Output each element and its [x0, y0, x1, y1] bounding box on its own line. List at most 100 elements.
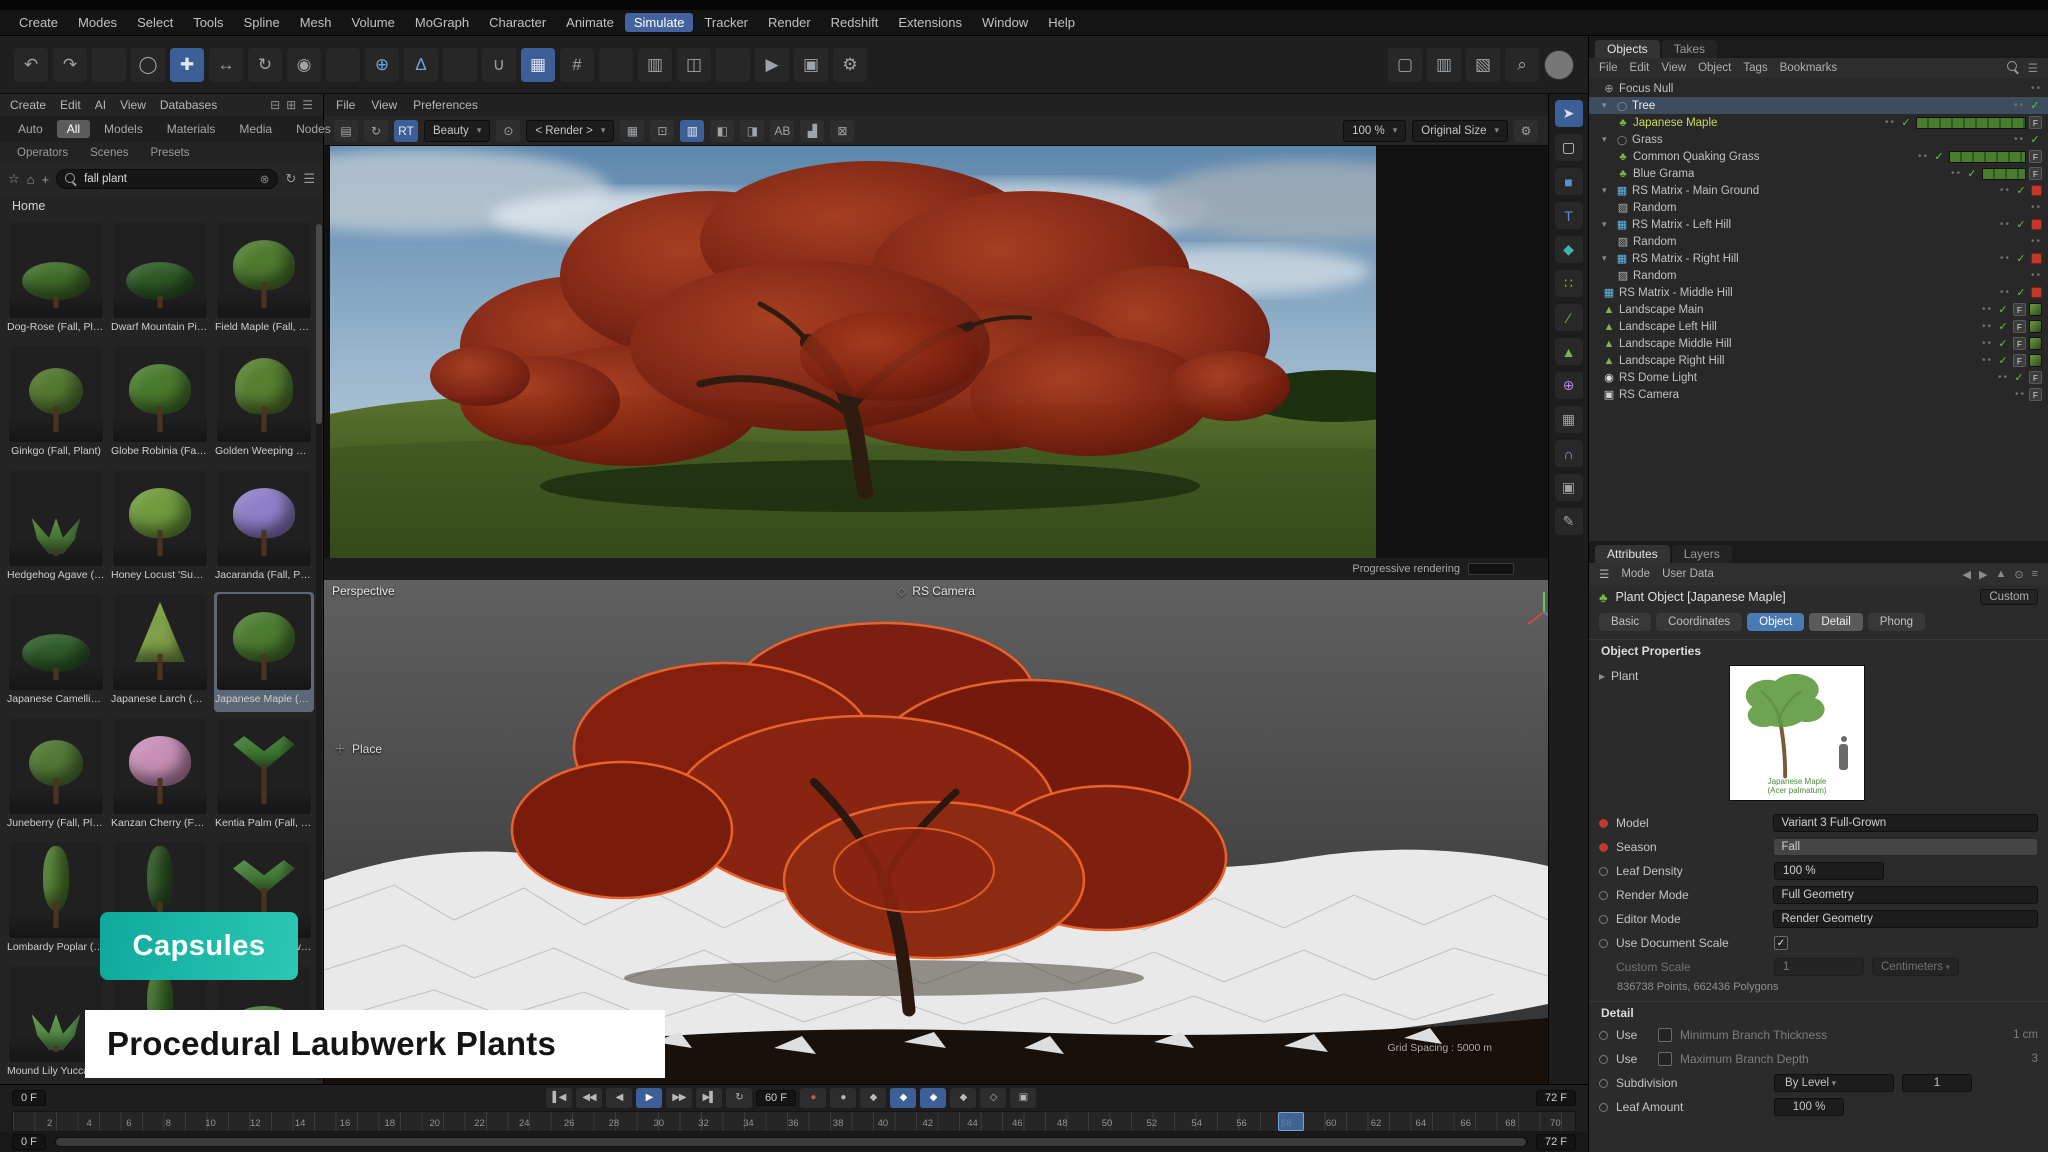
add-folder-icon[interactable]: + — [42, 172, 50, 187]
menu-item[interactable]: Extensions — [889, 13, 971, 32]
texture-tag-icon[interactable] — [2029, 303, 2042, 316]
subdivision-mode-dropdown[interactable]: By Level — [1774, 1074, 1894, 1092]
lock-icon[interactable]: ⊙ — [2014, 568, 2023, 581]
record-button[interactable]: ◆ — [860, 1088, 886, 1108]
visibility-dots-icon[interactable]: •• — [1982, 321, 1993, 332]
render-toolbar-icon[interactable]: ▟ — [800, 120, 824, 142]
texture-tag-icon[interactable] — [2029, 354, 2042, 367]
menu-item[interactable]: Tracker — [695, 13, 757, 32]
object-row[interactable]: RS Dome Light •• ✓ F — [1589, 369, 2048, 386]
plant-asset-tile[interactable]: Kanzan Cherry (Fall, Pl... — [110, 716, 210, 836]
enable-check-icon[interactable]: ✓ — [2028, 133, 2042, 146]
toolbar-icon[interactable]: ▦ — [521, 48, 555, 82]
plant-asset-tile[interactable]: Kentia Palm (Fall, Plant) — [214, 716, 314, 836]
plant-asset-tile[interactable]: Globe Robinia (Fall, Pl... — [110, 344, 210, 464]
render-toolbar-icon[interactable]: ▥ — [680, 120, 704, 142]
object-row[interactable]: Landscape Main •• ✓ F — [1589, 301, 2048, 318]
mode-palette-icon[interactable]: ∕ — [1555, 304, 1583, 331]
keyframe-marker-icon[interactable] — [1599, 915, 1608, 924]
attribute-value-field[interactable]: Fall — [1773, 838, 2039, 856]
object-filter-icon[interactable]: ☰ — [2028, 61, 2038, 75]
asset-subtab[interactable]: Presets — [142, 146, 199, 160]
transport-button[interactable]: ▶ — [636, 1088, 662, 1108]
panel-header-icon[interactable]: ⊞ — [286, 98, 296, 112]
plant-preview-thumbnail[interactable]: Japanese Maple (Acer palmatum) — [1729, 665, 1865, 801]
favorites-star-icon[interactable]: ☆ — [8, 171, 20, 187]
expand-caret-icon[interactable]: ▾ — [1602, 253, 1612, 264]
render-toolbar-icon[interactable]: ◨ — [740, 120, 764, 142]
forward-arrow-icon[interactable]: ▶ — [1979, 568, 1987, 581]
menu-item[interactable]: MoGraph — [406, 13, 478, 32]
range-start-field[interactable]: 0 F — [12, 1090, 46, 1106]
place-tool-label[interactable]: ＋ Place — [334, 740, 382, 757]
up-arrow-icon[interactable]: ▲ — [1995, 568, 2006, 581]
detail-value[interactable]: 1 cm — [1958, 1029, 2038, 1041]
enable-check-icon[interactable]: ✓ — [1996, 337, 2010, 350]
transport-button[interactable]: ▶▌ — [696, 1088, 722, 1108]
search-menu-icon[interactable]: ☰ — [303, 171, 315, 187]
detail-value[interactable]: 3 — [1958, 1053, 2038, 1065]
plant-asset-tile[interactable]: Japanese Camellia (Fal... — [6, 592, 106, 712]
user-data-menu[interactable]: User Data — [1662, 568, 1714, 580]
toolbar-icon[interactable]: ↻ — [248, 48, 282, 82]
menu-item[interactable]: Simulate — [625, 13, 694, 32]
back-arrow-icon[interactable]: ◀ — [1963, 568, 1971, 581]
property-tab[interactable]: Detail — [1809, 613, 1862, 631]
plant-asset-tile[interactable]: Japanese Larch (Fall, ... — [110, 592, 210, 712]
visibility-dots-icon[interactable]: •• — [1885, 117, 1896, 128]
visibility-dots-icon[interactable]: •• — [2031, 270, 2042, 281]
menu-item[interactable]: Render — [759, 13, 820, 32]
toolbar-icon[interactable]: ✚ — [170, 48, 204, 82]
visibility-dots-icon[interactable]: •• — [1982, 355, 1993, 366]
redshift-object-tag-icon[interactable] — [2031, 185, 2042, 196]
object-row[interactable]: Random •• — [1589, 199, 2048, 216]
enable-check-icon[interactable]: ✓ — [2014, 252, 2028, 265]
unit-dropdown[interactable]: Centimeters — [1872, 958, 1959, 976]
toolbar-icon[interactable]: ∆ — [404, 48, 438, 82]
asset-filter-tab[interactable]: Auto — [8, 120, 53, 138]
attribute-value-field[interactable]: Render Geometry — [1773, 910, 2039, 928]
current-frame-field[interactable]: 60 F — [756, 1090, 796, 1106]
asset-menu-item[interactable]: Databases — [160, 98, 217, 112]
asset-filter-tab[interactable]: Nodes — [286, 120, 341, 138]
menu-item[interactable]: Window — [973, 13, 1037, 32]
transport-button[interactable]: ◀◀ — [576, 1088, 602, 1108]
visibility-dots-icon[interactable]: •• — [2014, 100, 2025, 111]
detail-section-header[interactable]: Detail — [1589, 1001, 2048, 1023]
visibility-dots-icon[interactable]: •• — [2000, 287, 2011, 298]
toolbar-icon[interactable]: ↔ — [209, 48, 243, 82]
visibility-dots-icon[interactable]: •• — [1982, 304, 1993, 315]
asset-filter-tab[interactable]: Models — [94, 120, 153, 138]
record-button[interactable]: ● — [800, 1088, 826, 1108]
camera-label[interactable]: ◇ RS Camera — [897, 584, 975, 598]
object-row[interactable]: Landscape Right Hill •• ✓ F — [1589, 352, 2048, 369]
perspective-viewport[interactable]: Perspective ◇ RS Camera ＋ Place Grid Spa… — [324, 580, 1548, 1084]
toolbar-icon[interactable] — [443, 48, 477, 82]
asset-menu-item[interactable]: Edit — [60, 98, 81, 112]
transport-button[interactable]: ↻ — [726, 1088, 752, 1108]
mode-palette-icon[interactable]: ⊕ — [1555, 372, 1583, 399]
record-button[interactable]: ◆ — [920, 1088, 946, 1108]
user-avatar[interactable] — [1544, 50, 1574, 80]
render-view-menu-item[interactable]: View — [371, 98, 397, 112]
attribute-value-field[interactable]: 100 % — [1774, 862, 1884, 880]
object-row[interactable]: Random •• — [1589, 267, 2048, 284]
keyframe-marker-icon[interactable] — [1599, 939, 1608, 948]
render-toolbar-icon[interactable]: RT — [394, 120, 418, 142]
expand-caret-icon[interactable]: ▾ — [1602, 100, 1612, 111]
attribute-burger-icon[interactable]: ☰ — [1599, 567, 1609, 581]
layout-icon[interactable]: ▧ — [1466, 48, 1500, 82]
visibility-dots-icon[interactable]: •• — [2015, 389, 2026, 400]
checkbox[interactable]: ✓ — [1774, 936, 1788, 950]
visibility-dots-icon[interactable]: •• — [2000, 185, 2011, 196]
enable-check-icon[interactable]: ✓ — [1996, 320, 2010, 333]
record-button[interactable]: ● — [830, 1088, 856, 1108]
visibility-dots-icon[interactable]: •• — [1998, 372, 2009, 383]
toolbar-icon[interactable]: ⊕ — [365, 48, 399, 82]
asset-menu-item[interactable]: View — [120, 98, 146, 112]
mode-palette-icon[interactable]: ✎ — [1555, 508, 1583, 535]
object-row[interactable]: RS Matrix - Middle Hill •• ✓ — [1589, 284, 2048, 301]
phong-tag-icon[interactable]: F — [2029, 116, 2042, 129]
object-row[interactable]: ▾ Tree •• ✓ — [1589, 97, 2048, 114]
mode-dropdown[interactable]: Mode — [1621, 568, 1650, 580]
